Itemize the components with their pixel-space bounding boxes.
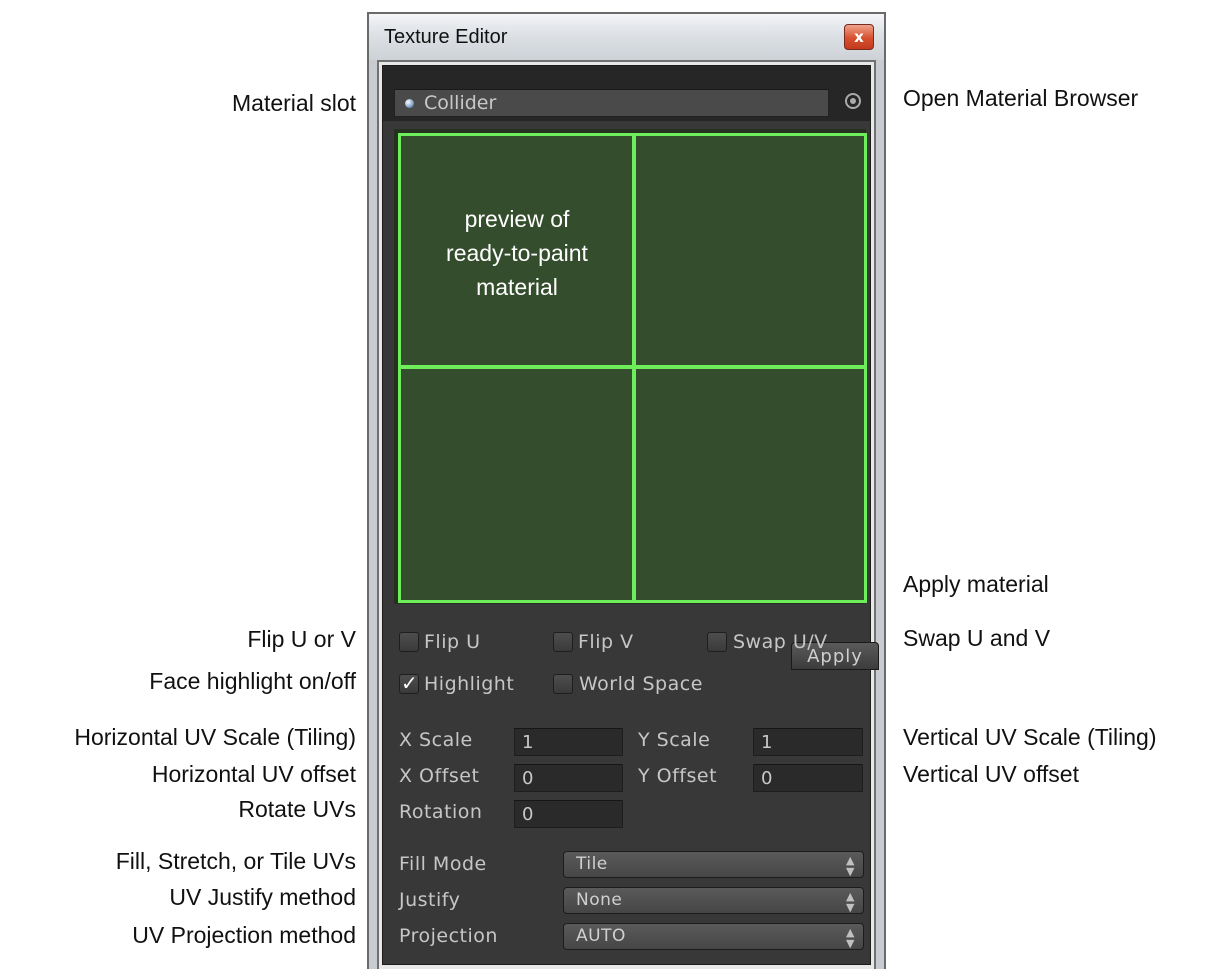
x-scale-label: X Scale (399, 729, 473, 751)
y-offset-field[interactable]: 0 (753, 764, 863, 792)
callout-apply: Apply material (903, 571, 1049, 597)
editor-panel: Collider preview of ready-to-paint mater… (382, 65, 879, 965)
callout-swap: Swap U and V (903, 625, 1051, 651)
callout-v-scale: Vertical UV Scale (Tiling) (903, 724, 1157, 750)
world-space-label: World Space (579, 673, 703, 695)
justify-dropdown[interactable]: None ▲ ▼ (563, 887, 864, 914)
highlight-checkbox[interactable]: ✓ (399, 671, 419, 695)
callout-rotate: Rotate UVs (238, 796, 356, 822)
dropdown-arrows-icon: ▲ ▼ (846, 890, 855, 914)
material-bar: Collider (383, 66, 870, 121)
callout-projection: UV Projection method (132, 922, 356, 948)
material-slot-field[interactable]: Collider (394, 89, 829, 117)
callout-flip: Flip U or V (247, 626, 356, 652)
projection-dropdown[interactable]: AUTO ▲ ▼ (563, 923, 864, 950)
material-preview-area: preview of ready-to-paint material Apply (394, 129, 879, 670)
preview-caption-line: material (476, 274, 558, 300)
callout-v-offset: Vertical UV offset (903, 761, 1079, 787)
y-scale-label: Y Scale (638, 729, 711, 751)
callout-material-slot: Material slot (232, 90, 356, 116)
rotation-field[interactable]: 0 (514, 800, 623, 828)
rotation-label: Rotation (399, 801, 483, 823)
window-title: Texture Editor (384, 26, 508, 48)
preview-caption: preview of ready-to-paint material (407, 202, 627, 304)
preview-caption-line: ready-to-paint (446, 240, 588, 266)
material-icon (405, 99, 414, 108)
world-space-checkbox[interactable] (553, 674, 573, 694)
material-preview: preview of ready-to-paint material (398, 133, 867, 603)
close-button[interactable]: x (844, 24, 874, 50)
swap-uv-checkbox[interactable] (707, 632, 727, 652)
fill-mode-dropdown[interactable]: Tile ▲ ▼ (563, 851, 864, 878)
callout-justify: UV Justify method (169, 884, 356, 910)
x-offset-field[interactable]: 0 (514, 764, 623, 792)
title-bar[interactable]: Texture Editor x (369, 14, 884, 60)
flip-v-label: Flip V (578, 631, 634, 653)
highlight-label: Highlight (424, 673, 515, 695)
material-slot-value: Collider (424, 92, 497, 114)
texture-editor-window: Texture Editor x Collider preview of rea… (367, 12, 886, 969)
dropdown-arrows-icon: ▲ ▼ (846, 926, 855, 950)
callout-fill: Fill, Stretch, or Tile UVs (115, 848, 356, 874)
flip-u-checkbox[interactable] (399, 632, 419, 652)
swap-uv-label: Swap U/V (733, 631, 828, 653)
checkmark-icon: ✓ (401, 671, 418, 695)
dropdown-arrows-icon: ▲ ▼ (846, 854, 855, 878)
fill-mode-label: Fill Mode (399, 853, 487, 875)
preview-grid-horizontal (401, 365, 864, 369)
flip-u-label: Flip U (424, 631, 481, 653)
close-icon: x (854, 28, 864, 46)
x-scale-field[interactable]: 1 (514, 728, 623, 756)
material-picker-icon[interactable] (845, 93, 861, 109)
preview-caption-line: preview of (464, 206, 570, 232)
callout-browser: Open Material Browser (903, 85, 1139, 111)
callout-h-scale: Horizontal UV Scale (Tiling) (74, 724, 356, 750)
y-offset-label: Y Offset (638, 765, 718, 787)
flip-v-checkbox[interactable] (553, 632, 573, 652)
x-offset-label: X Offset (399, 765, 480, 787)
y-scale-field[interactable]: 1 (753, 728, 863, 756)
justify-label: Justify (399, 889, 461, 911)
window-frame: Collider preview of ready-to-paint mater… (377, 60, 879, 969)
fill-mode-value: Tile (576, 854, 608, 874)
callout-highlight: Face highlight on/off (149, 668, 356, 694)
justify-value: None (576, 890, 623, 910)
callout-h-offset: Horizontal UV offset (151, 761, 356, 787)
projection-label: Projection (399, 925, 498, 947)
projection-value: AUTO (576, 926, 626, 946)
